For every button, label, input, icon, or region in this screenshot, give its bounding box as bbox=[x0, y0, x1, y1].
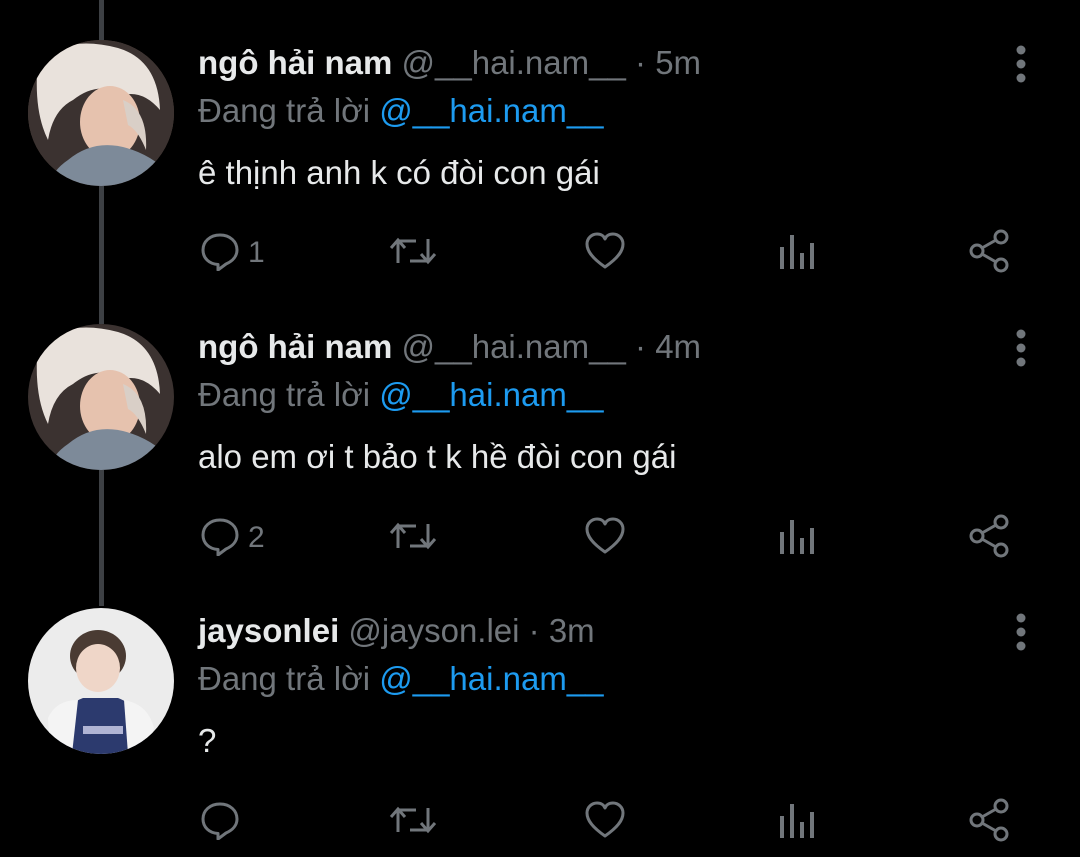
replying-to-handle[interactable]: @__hai.nam__ bbox=[379, 92, 603, 129]
action-bar: 2 bbox=[0, 514, 1080, 562]
share-icon bbox=[968, 229, 1010, 278]
timestamp[interactable]: 5m bbox=[655, 44, 701, 81]
heart-icon bbox=[584, 800, 626, 845]
author-name[interactable]: ngô hải nam bbox=[198, 328, 392, 365]
reply-icon bbox=[200, 231, 240, 276]
author-name[interactable]: ngô hải nam bbox=[198, 44, 392, 81]
thread-line-top bbox=[99, 0, 104, 40]
replying-to-label: Đang trả lời bbox=[198, 660, 371, 697]
tweet-text: ê thịnh anh k có đòi con gái bbox=[198, 154, 600, 191]
separator: · bbox=[635, 44, 647, 81]
avatar[interactable] bbox=[28, 608, 174, 754]
reply-icon bbox=[200, 800, 240, 845]
action-bar bbox=[0, 798, 1080, 846]
author-handle[interactable]: @jayson.lei bbox=[348, 612, 519, 649]
reply-count: 1 bbox=[248, 236, 265, 269]
retweet-icon bbox=[388, 231, 438, 276]
more-vertical-icon[interactable] bbox=[1008, 612, 1034, 652]
reply-count: 2 bbox=[248, 521, 265, 554]
like-button[interactable] bbox=[584, 798, 626, 846]
views-button[interactable] bbox=[778, 229, 816, 277]
tweet-text: ? bbox=[198, 722, 217, 759]
share-icon bbox=[968, 514, 1010, 563]
avatar[interactable] bbox=[28, 40, 174, 186]
action-bar: 1 bbox=[0, 229, 1080, 277]
heart-icon bbox=[584, 231, 626, 276]
timestamp[interactable]: 3m bbox=[549, 612, 595, 649]
like-button[interactable] bbox=[584, 229, 626, 277]
like-button[interactable] bbox=[584, 514, 626, 562]
views-button[interactable] bbox=[778, 514, 816, 562]
more-vertical-icon[interactable] bbox=[1008, 328, 1034, 368]
replying-to-label: Đang trả lời bbox=[198, 92, 371, 129]
replying-to: Đang trả lời @__hai.nam__ bbox=[198, 372, 604, 418]
avatar[interactable] bbox=[28, 324, 174, 470]
tweet-header: ngô hải nam @__hai.nam__ · 4m bbox=[198, 324, 701, 370]
retweet-icon bbox=[388, 800, 438, 845]
replying-to: Đang trả lời @__hai.nam__ bbox=[198, 88, 604, 134]
replying-to: Đang trả lời @__hai.nam__ bbox=[198, 656, 604, 702]
reply-button[interactable] bbox=[200, 798, 248, 846]
timestamp[interactable]: 4m bbox=[655, 328, 701, 365]
share-icon bbox=[968, 798, 1010, 847]
share-button[interactable] bbox=[968, 229, 1010, 277]
share-button[interactable] bbox=[968, 798, 1010, 846]
retweet-button[interactable] bbox=[388, 229, 438, 277]
replying-to-handle[interactable]: @__hai.nam__ bbox=[379, 660, 603, 697]
reply-icon bbox=[200, 516, 240, 561]
views-icon bbox=[778, 231, 816, 276]
tweet-header: jaysonlei @jayson.lei · 3m bbox=[198, 608, 595, 654]
more-vertical-icon[interactable] bbox=[1008, 44, 1034, 84]
share-button[interactable] bbox=[968, 514, 1010, 562]
retweet-icon bbox=[388, 516, 438, 561]
views-icon bbox=[778, 800, 816, 845]
separator: · bbox=[528, 612, 540, 649]
separator: · bbox=[635, 328, 647, 365]
retweet-button[interactable] bbox=[388, 514, 438, 562]
views-icon bbox=[778, 516, 816, 561]
replying-to-label: Đang trả lời bbox=[198, 376, 371, 413]
tweet-header: ngô hải nam @__hai.nam__ · 5m bbox=[198, 40, 701, 86]
views-button[interactable] bbox=[778, 798, 816, 846]
reply-button[interactable]: 1 bbox=[200, 229, 265, 277]
heart-icon bbox=[584, 516, 626, 561]
author-handle[interactable]: @__hai.nam__ bbox=[402, 328, 626, 365]
author-handle[interactable]: @__hai.nam__ bbox=[402, 44, 626, 81]
tweet-text: alo em ơi t bảo t k hề đòi con gái bbox=[198, 438, 677, 475]
replying-to-handle[interactable]: @__hai.nam__ bbox=[379, 376, 603, 413]
reply-button[interactable]: 2 bbox=[200, 514, 265, 562]
author-name[interactable]: jaysonlei bbox=[198, 612, 339, 649]
retweet-button[interactable] bbox=[388, 798, 438, 846]
